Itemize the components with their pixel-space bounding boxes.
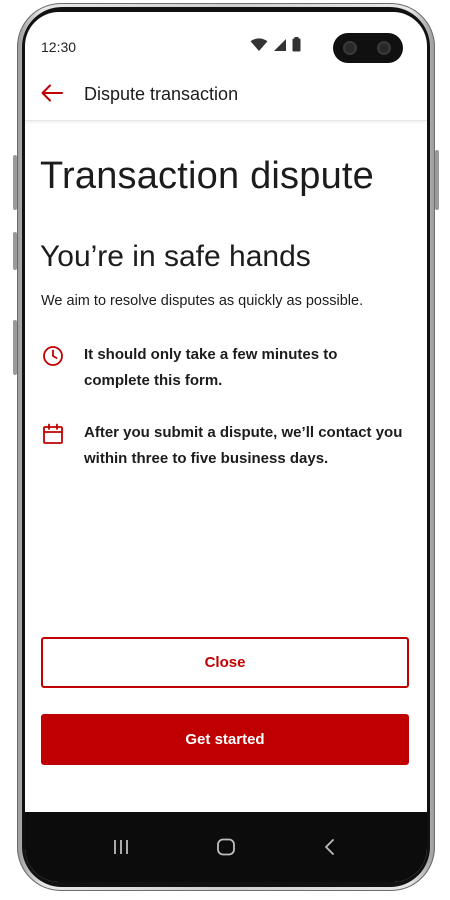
close-button[interactable]: Close <box>41 637 409 688</box>
intro-text: We aim to resolve disputes as quickly as… <box>41 293 364 309</box>
arrow-left-icon <box>41 84 63 102</box>
signal-icon <box>274 38 286 51</box>
home-icon <box>217 838 235 856</box>
camera-cutout <box>333 33 403 63</box>
section-title: You’re in safe hands <box>40 240 311 273</box>
recent-apps-icon <box>114 840 128 854</box>
info-item-text: It should only take a few minutes to com… <box>84 346 338 389</box>
wifi-icon <box>250 37 268 51</box>
volume-down-button <box>13 232 17 270</box>
battery-icon <box>292 37 301 52</box>
power-button <box>435 150 439 210</box>
app-bar: Dispute transaction <box>25 66 427 121</box>
camera-lens <box>377 41 391 55</box>
back-button[interactable] <box>37 78 67 108</box>
app-bar-title: Dispute transaction <box>84 84 239 104</box>
camera-lens <box>343 41 357 55</box>
status-time: 12:30 <box>41 39 77 55</box>
calendar-icon <box>43 423 63 444</box>
clock-icon <box>43 346 63 366</box>
page-title: Transaction dispute <box>40 155 375 197</box>
info-item-text: After you submit a dispute, we’ll contac… <box>84 424 403 467</box>
home-button[interactable] <box>211 832 241 862</box>
status-bar: 12:30 <box>25 12 427 66</box>
system-back-button[interactable] <box>315 832 345 862</box>
bixby-button <box>13 320 17 375</box>
status-icons <box>250 37 301 52</box>
get-started-button[interactable]: Get started <box>41 714 409 765</box>
system-nav-bar <box>25 812 427 882</box>
volume-up-button <box>13 155 17 210</box>
back-icon <box>325 839 334 855</box>
recent-apps-button[interactable] <box>106 832 136 862</box>
screen: 12:30 Dispute transaction Transaction di… <box>25 12 427 882</box>
